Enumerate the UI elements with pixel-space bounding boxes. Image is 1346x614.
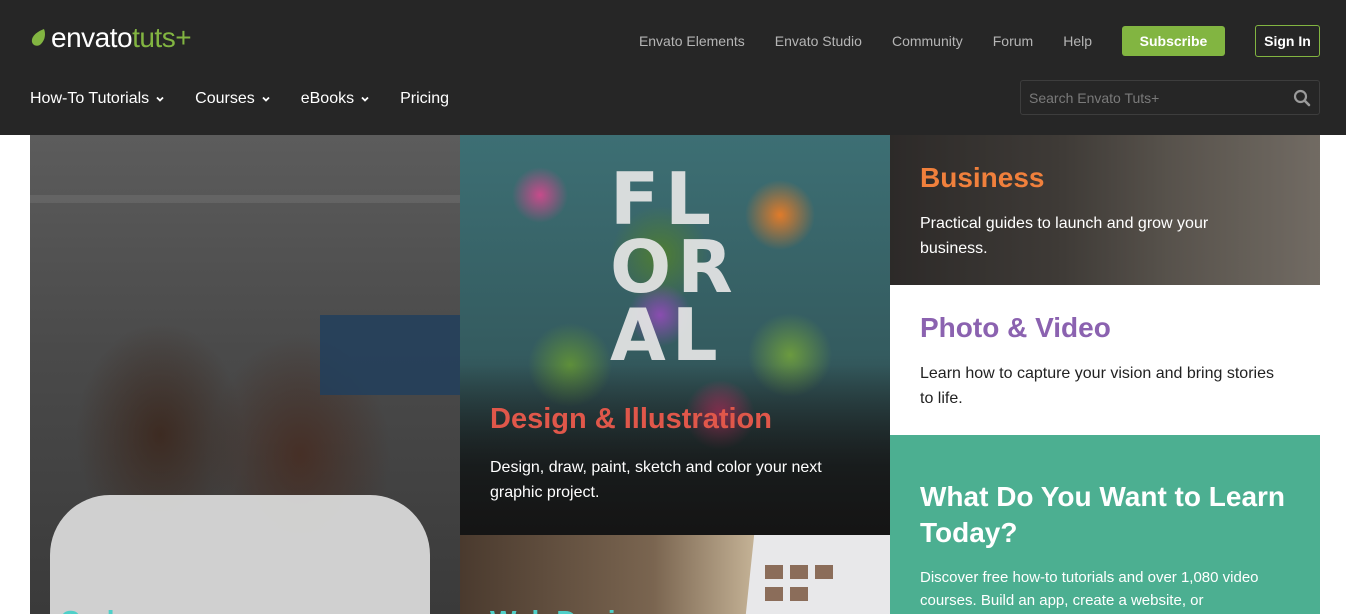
floral-letter-row: AL xyxy=(610,293,724,377)
tile-shade xyxy=(460,365,890,535)
nav-ebooks-label: eBooks xyxy=(300,90,355,107)
laptop-thumbnail xyxy=(790,587,808,601)
photo-people xyxy=(50,495,430,614)
sign-in-button[interactable]: Sign In xyxy=(1255,25,1320,57)
floral-artwork-letters: FL OR AL xyxy=(610,157,780,377)
photo-shelf xyxy=(30,195,460,203)
tile-learn-today: What Do You Want to Learn Today? Discove… xyxy=(890,435,1320,614)
chevron-down-icon xyxy=(262,96,270,102)
tile-business-title[interactable]: Business xyxy=(920,162,1045,194)
laptop-thumbnail xyxy=(765,587,783,601)
tile-photo-description: Learn how to capture your vision and bri… xyxy=(920,365,1274,407)
nav-pricing[interactable]: Pricing xyxy=(400,90,449,108)
nav-how-to-tutorials[interactable]: How-To Tutorials xyxy=(30,90,165,108)
laptop-thumbnail xyxy=(815,565,833,579)
envato-tuts-logo[interactable]: envato tuts+ xyxy=(30,22,192,54)
tile-business[interactable]: Business Practical guides to launch and … xyxy=(890,135,1320,285)
floral-letter-row: FL xyxy=(610,157,718,241)
learn-description: Discover free how-to tutorials and over … xyxy=(920,569,1259,609)
tile-web-title[interactable]: Web Design xyxy=(490,605,650,614)
floral-letter-row: OR xyxy=(610,225,739,309)
tile-photo-title[interactable]: Photo & Video xyxy=(920,312,1111,344)
nav-how-to-tutorials-label: How-To Tutorials xyxy=(30,90,150,107)
logo-tuts: tuts+ xyxy=(132,22,192,53)
nav-link-community[interactable]: Community xyxy=(892,26,963,56)
photo-monitor xyxy=(320,315,460,395)
main-nav: How-To Tutorials Courses eBooks Pricing xyxy=(30,84,479,114)
tile-photo-video[interactable]: Photo & Video Learn how to capture your … xyxy=(890,285,1320,435)
nav-ebooks[interactable]: eBooks xyxy=(301,90,370,108)
logo-word: envato xyxy=(51,22,133,53)
nav-link-help[interactable]: Help xyxy=(1063,26,1092,56)
leaf-icon xyxy=(31,29,45,46)
nav-link-envato-elements[interactable]: Envato Elements xyxy=(639,26,745,56)
tile-business-description: Practical guides to launch and grow your… xyxy=(920,215,1209,257)
search-icon[interactable] xyxy=(1285,80,1319,115)
tile-code-title[interactable]: Code xyxy=(60,605,130,614)
tile-overlay xyxy=(890,135,1320,285)
subscribe-button[interactable]: Subscribe xyxy=(1122,26,1225,56)
nav-link-forum[interactable]: Forum xyxy=(993,26,1033,56)
nav-courses[interactable]: Courses xyxy=(195,90,271,108)
nav-pricing-label: Pricing xyxy=(400,90,450,107)
nav-link-envato-studio[interactable]: Envato Studio xyxy=(775,26,862,56)
search-box xyxy=(1020,80,1320,115)
tile-web-design[interactable]: Web Design xyxy=(460,535,890,614)
top-nav: Envato Elements Envato Studio Community … xyxy=(639,25,1320,57)
tile-design-description: Design, draw, paint, sketch and color yo… xyxy=(490,459,822,501)
tile-design-title[interactable]: Design & Illustration xyxy=(490,403,772,436)
nav-courses-label: Courses xyxy=(195,90,255,107)
chevron-down-icon xyxy=(361,96,369,102)
chevron-down-icon xyxy=(156,96,164,102)
search-input[interactable] xyxy=(1021,81,1285,114)
tile-code[interactable]: Code xyxy=(30,135,460,614)
learn-heading: What Do You Want to Learn Today? xyxy=(920,481,1286,548)
site-header: envato tuts+ Envato Elements Envato Studi… xyxy=(0,0,1346,135)
tile-design-illustration[interactable]: FL OR AL Design & Illustration Design, dra… xyxy=(460,135,890,535)
laptop-thumbnail xyxy=(765,565,783,579)
laptop-thumbnail xyxy=(790,565,808,579)
